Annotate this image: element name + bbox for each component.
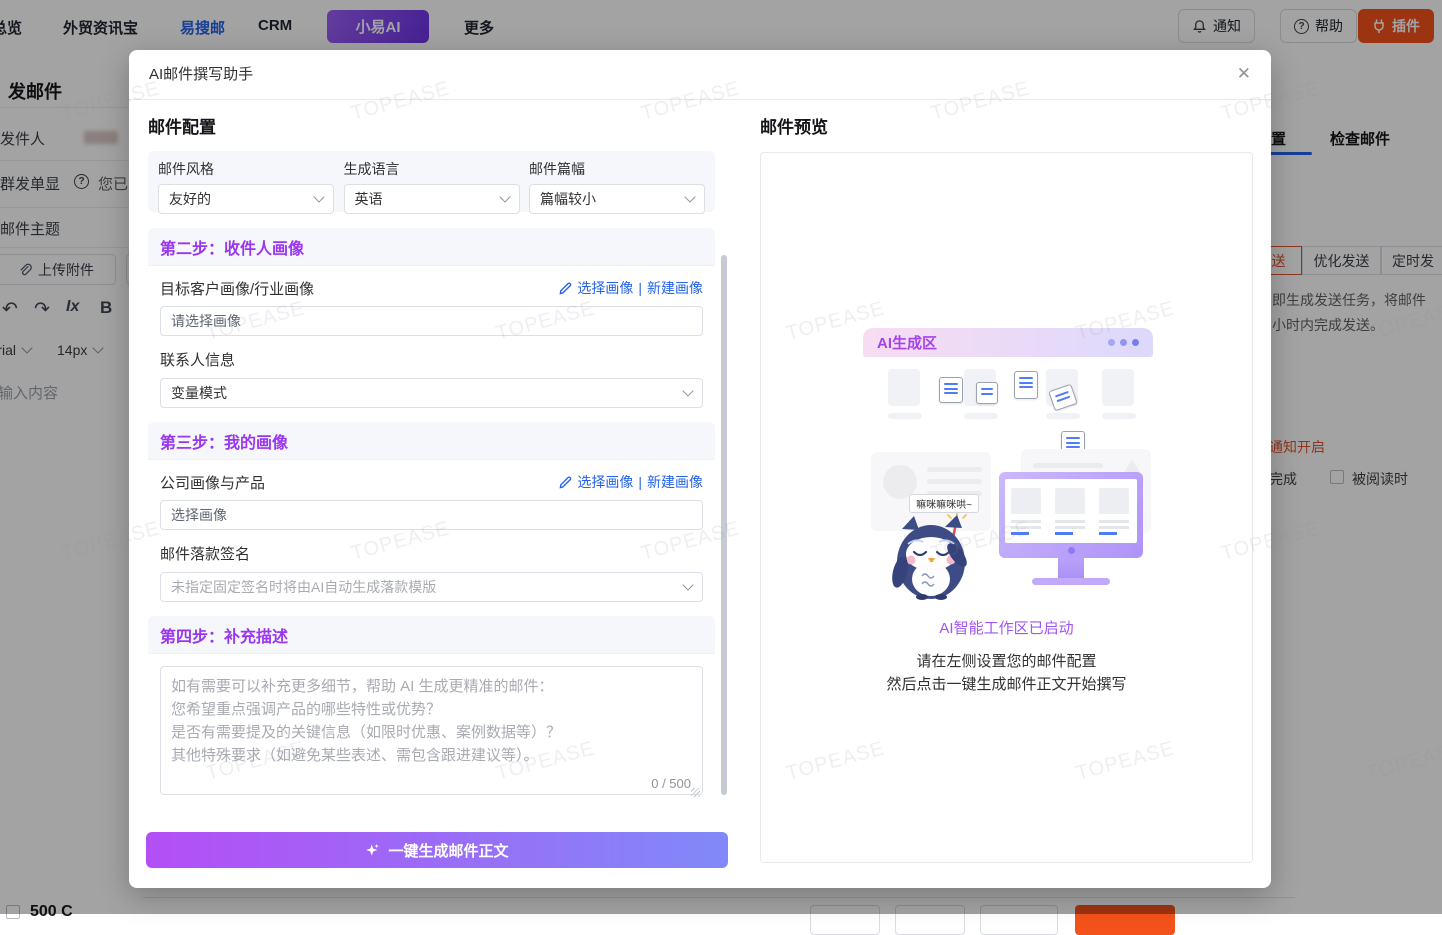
extra-description-textarea[interactable] (160, 666, 703, 795)
placeholder-line (888, 413, 922, 419)
language-select[interactable]: 英语 (344, 184, 520, 214)
monitor-dot (1068, 547, 1075, 554)
new-portrait-link[interactable]: 新建画像 (647, 278, 703, 298)
monitor-screen (1005, 479, 1137, 543)
monitor-illustration (999, 472, 1143, 558)
monitor-stand-base (1032, 578, 1110, 585)
signature-select[interactable]: 未指定固定签名时将由AI自动生成落款模版 (160, 572, 703, 602)
new-portrait-link[interactable]: 新建画像 (647, 472, 703, 492)
preview-card: AI生成区 嘛咪嘛咪哄~ (760, 152, 1253, 863)
step2-card: 第二步：收件人画像 目标客户画像/行业画像 选择画像 | 新建画像 联系人信息 … (148, 228, 715, 413)
length-label: 邮件篇幅 (529, 159, 705, 179)
chevron-down-icon (682, 579, 693, 590)
chevron-down-icon (313, 191, 324, 202)
placeholder-line (927, 479, 982, 484)
mail-style-label: 邮件风格 (158, 159, 334, 179)
document-icon (1014, 371, 1038, 399)
signature-label: 邮件落款签名 (160, 543, 703, 564)
length-value: 篇幅较小 (540, 189, 596, 209)
preview-tip-text: 请在左侧设置您的邮件配置 然后点击一键生成邮件正文开始撰写 (761, 650, 1252, 696)
modal-header: AI邮件撰写助手 ✕ (129, 50, 1271, 100)
preview-tip-line2: 然后点击一键生成邮件正文开始撰写 (761, 673, 1252, 696)
step4-card: 第四步：补充描述 0 / 500 (148, 616, 715, 801)
placeholder-line (1033, 463, 1103, 468)
language-value: 英语 (355, 189, 383, 209)
placeholder-block (888, 369, 920, 406)
step4-title: 第四步：补充描述 (148, 616, 715, 654)
placeholder-block (1102, 369, 1134, 406)
link-separator: | (638, 474, 642, 490)
length-select[interactable]: 篇幅较小 (529, 184, 705, 214)
pen-icon (559, 282, 572, 295)
workspace-status-text: AI智能工作区已启动 (761, 617, 1252, 638)
ai-generate-banner-label: AI生成区 (877, 332, 937, 353)
chevron-down-icon (499, 191, 510, 202)
select-portrait-link[interactable]: 选择画像 (577, 472, 633, 492)
placeholder-line (1046, 413, 1080, 419)
ai-mail-assistant-modal: AI邮件撰写助手 ✕ 邮件配置 邮件风格 友好的 生成语言 英语 邮件篇幅 篇幅… (129, 50, 1271, 888)
preview-heading: 邮件预览 (760, 113, 828, 138)
target-portrait-label: 目标客户画像/行业画像 (160, 278, 314, 299)
document-icon (939, 377, 963, 403)
document-icon (976, 382, 998, 404)
target-portrait-input[interactable] (160, 306, 703, 336)
monitor-stand (1058, 558, 1084, 579)
placeholder-line (964, 413, 998, 419)
mail-style-select[interactable]: 友好的 (158, 184, 334, 214)
modal-title: AI邮件撰写助手 (149, 50, 253, 100)
language-label: 生成语言 (344, 159, 520, 179)
banner-dots-icon (1108, 339, 1139, 346)
owl-mascot (889, 512, 975, 600)
basic-config-card: 邮件风格 友好的 生成语言 英语 邮件篇幅 篇幅较小 (148, 151, 715, 212)
link-separator: | (638, 280, 642, 296)
close-icon[interactable]: ✕ (1237, 65, 1251, 82)
step2-title: 第二步：收件人画像 (148, 228, 715, 266)
resize-handle[interactable] (691, 788, 700, 797)
signature-placeholder: 未指定固定签名时将由AI自动生成落款模版 (171, 577, 436, 597)
config-heading: 邮件配置 (148, 113, 216, 138)
owl-speech-bubble: 嘛咪嘛咪哄~ (909, 494, 979, 513)
placeholder-line (927, 467, 982, 472)
preview-tip-line1: 请在左侧设置您的邮件配置 (761, 650, 1252, 673)
company-portrait-label: 公司画像与产品 (160, 472, 265, 493)
placeholder-line (1102, 413, 1136, 419)
step3-title: 第三步：我的画像 (148, 422, 715, 460)
contact-mode-select[interactable]: 变量模式 (160, 378, 703, 408)
contact-mode-value: 变量模式 (171, 383, 227, 403)
scrollbar-thumb[interactable] (721, 255, 727, 795)
select-portrait-link[interactable]: 选择画像 (577, 278, 633, 298)
sparkle-icon (365, 843, 380, 858)
generate-mail-label: 一键生成邮件正文 (388, 840, 508, 861)
company-portrait-input[interactable] (160, 500, 703, 530)
char-counter: 0 / 500 (651, 776, 691, 791)
contact-info-label: 联系人信息 (160, 349, 703, 370)
step3-card: 第三步：我的画像 公司画像与产品 选择画像 | 新建画像 邮件落款签名 未指定固… (148, 422, 715, 607)
pen-icon (559, 476, 572, 489)
chevron-down-icon (684, 191, 695, 202)
ai-generate-banner: AI生成区 (863, 328, 1153, 357)
generate-mail-button[interactable]: 一键生成邮件正文 (146, 832, 728, 868)
chevron-down-icon (682, 385, 693, 396)
mail-style-value: 友好的 (169, 189, 211, 209)
